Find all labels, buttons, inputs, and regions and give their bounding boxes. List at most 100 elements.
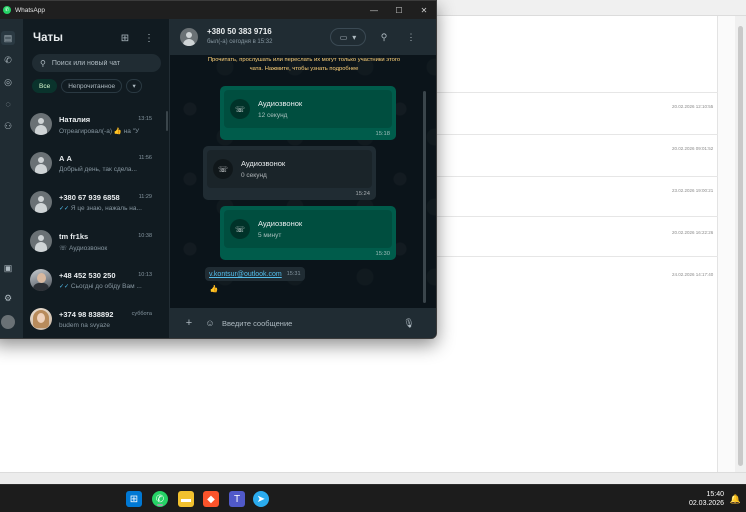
avatar — [30, 308, 52, 330]
chevron-down-icon: ▾ — [352, 32, 357, 42]
minimize-button[interactable]: — — [362, 1, 386, 19]
row-date: 20.02.2026 12:10:55 — [672, 104, 714, 109]
media-icon[interactable]: ▣ — [1, 261, 15, 275]
chat-item[interactable]: tm fr1ks 10:38 ☏ Аудиозвонок — [23, 224, 169, 263]
avatar — [30, 230, 52, 252]
search-box[interactable]: ⚲ — [32, 54, 161, 72]
background-toolbar — [436, 0, 746, 16]
calls-icon[interactable]: ✆ — [1, 53, 15, 67]
chat-name: А А — [59, 154, 72, 163]
table-row-divider — [436, 176, 718, 177]
brave-browser-icon[interactable]: ◆ — [203, 491, 219, 507]
reaction-emoji[interactable]: 👍 — [208, 283, 220, 294]
chat-item[interactable]: Наталия 13:15 Отреагировал(-а) 👍 на "У — [23, 107, 169, 146]
chat-item[interactable]: А А 11:56 Добрый день, так сдела... — [23, 146, 169, 185]
contact-name[interactable]: +380 50 383 9716 — [207, 27, 272, 36]
conversation-scrollbar[interactable] — [423, 91, 426, 303]
clock-date: 02.03.2026 — [688, 500, 724, 507]
conversation-header[interactable]: +380 50 383 9716 был(-а) сегодня в 15:32… — [170, 19, 436, 55]
message-bubble-outgoing[interactable]: ☏ Аудиозвонок 12 секунд 15:18 — [220, 86, 396, 140]
chat-name: Наталия — [59, 115, 91, 124]
chat-preview: ✓✓ Сьогдні до обіду Вам ... — [59, 283, 153, 290]
chat-time: 10:38 — [138, 233, 152, 239]
row-date: 24.02.2026 14:17:40 — [672, 272, 714, 277]
table-row-divider — [436, 256, 718, 257]
row-date: 23.02.2026 19:00:21 — [672, 188, 714, 193]
taskbar-clock[interactable]: 15:40 02.03.2026 — [689, 490, 724, 508]
call-card: ☏ Аудиозвонок 12 секунд — [224, 90, 392, 128]
chat-list-title: Чаты — [33, 32, 63, 44]
table-row-divider — [436, 134, 718, 135]
search-icon: ⚲ — [40, 58, 46, 68]
settings-icon[interactable]: ⚙ — [1, 291, 15, 305]
message-time: 15:18 — [375, 131, 390, 137]
menu-icon[interactable]: ⋮ — [404, 30, 418, 44]
menu-icon[interactable]: ⋮ — [142, 31, 156, 45]
chat-time: 11:56 — [138, 155, 152, 161]
close-button[interactable]: ✕ — [412, 1, 436, 19]
telegram-icon[interactable]: ➤ — [253, 491, 269, 507]
avatar — [30, 113, 52, 135]
call-title: Аудиозвонок — [258, 219, 303, 228]
new-chat-icon[interactable]: ⊞ — [118, 31, 132, 45]
phone-missed-icon: ☏ — [213, 159, 233, 179]
contact-avatar[interactable] — [180, 28, 198, 46]
message-bubble-incoming[interactable]: ☏ Аудиозвонок 0 секунд 15:24 — [203, 146, 376, 200]
chat-item[interactable]: +374 98 838892 суббота budem na svyaze — [23, 302, 169, 338]
call-duration: 12 секунд — [258, 112, 288, 119]
attach-icon[interactable]: + — [182, 316, 196, 330]
call-icon: ☏ — [59, 245, 68, 252]
status-icon[interactable]: ◎ — [1, 75, 15, 89]
message-time: 15:24 — [355, 191, 370, 197]
encryption-notice[interactable]: Прочитать, прослушать или переслать их м… — [206, 55, 402, 74]
notification-bell-icon[interactable]: 🔔 — [730, 494, 741, 505]
chat-time: суббота — [131, 311, 152, 317]
whatsapp-logo-icon: ✆ — [3, 6, 11, 14]
chat-time: 11:29 — [138, 194, 152, 200]
communities-icon[interactable]: ⚇ — [1, 119, 15, 133]
message-bubble-outgoing[interactable]: ☏ Аудиозвонок 5 минут 15:30 — [220, 206, 396, 260]
filter-unread[interactable]: Непрочитанное — [61, 79, 123, 93]
chat-time: 10:13 — [138, 272, 152, 278]
file-explorer-icon[interactable]: ▬ — [178, 491, 194, 507]
email-link[interactable]: v.kontsur@outlook.com — [209, 271, 282, 278]
chat-preview: Добрый день, так сдела... — [59, 166, 137, 173]
sticker-icon[interactable]: ☺ — [203, 316, 217, 330]
read-ticks-icon: ✓✓ — [59, 206, 70, 212]
start-icon[interactable]: ⊞ — [126, 491, 142, 507]
chevron-down-icon[interactable]: ▾ — [126, 79, 143, 93]
call-card: ☏ Аудиозвонок 5 минут — [224, 210, 392, 248]
filter-all[interactable]: Все — [32, 79, 58, 93]
video-call-button[interactable]: ▭ ▾ — [330, 28, 366, 46]
chat-item[interactable]: +48 452 530 250 10:13 ✓✓ Сьогдні до обід… — [23, 263, 169, 302]
search-icon[interactable]: ⚲ — [377, 30, 391, 44]
message-composer: + ☺ 🎙 — [170, 308, 436, 338]
chat-item[interactable]: +380 67 939 6858 11:29 ✓✓ Я це знаю, наж… — [23, 185, 169, 224]
teams-icon[interactable]: T — [229, 491, 245, 507]
video-camera-icon: ▭ — [339, 32, 348, 42]
maximize-button[interactable]: ☐ — [387, 1, 411, 19]
chat-time: 13:15 — [138, 116, 152, 122]
whatsapp-taskbar-icon[interactable]: ✆ — [152, 491, 168, 507]
read-ticks-icon: ✓✓ — [59, 284, 70, 290]
chats-icon[interactable]: ▤ — [1, 31, 15, 45]
call-title: Аудиозвонок — [241, 159, 286, 168]
chat-list-scrollbar[interactable] — [166, 111, 168, 131]
channels-icon[interactable]: ◌ — [1, 97, 15, 111]
filter-chips: Все Непрочитанное ▾ — [32, 79, 143, 93]
chat-name: tm fr1ks — [59, 232, 89, 241]
whatsapp-window: ✆ WhatsApp — ☐ ✕ ▤ ✆ ◎ ◌ ⚇ ▣ ⚙ Чаты ⊞ ⋮ … — [0, 0, 437, 339]
message-bubble-incoming[interactable]: v.kontsur@outlook.com 15:31 — [205, 267, 305, 281]
background-scrollbar[interactable] — [735, 16, 746, 472]
search-input[interactable] — [51, 59, 152, 67]
profile-avatar[interactable] — [1, 315, 15, 329]
app-title: WhatsApp — [15, 6, 45, 14]
avatar — [30, 152, 52, 174]
microphone-icon[interactable]: 🎙 — [402, 316, 416, 330]
call-title: Аудиозвонок — [258, 99, 303, 108]
title-bar[interactable]: ✆ WhatsApp — ☐ ✕ — [0, 1, 436, 19]
scrollbar-thumb[interactable] — [738, 26, 743, 466]
row-date: 20.02.2026 09:01:52 — [672, 146, 714, 151]
table-row-divider — [436, 92, 718, 93]
message-input[interactable] — [222, 315, 392, 331]
